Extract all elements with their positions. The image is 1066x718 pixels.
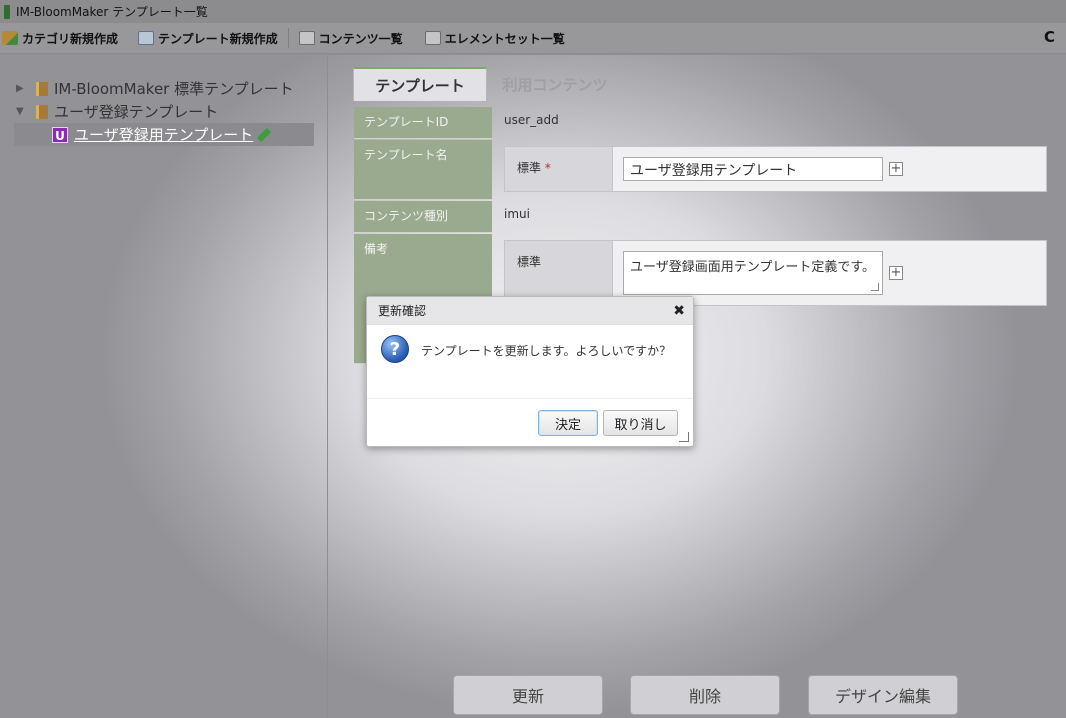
folder-icon bbox=[36, 104, 48, 119]
tab-used-contents[interactable]: 利用コンテンツ bbox=[488, 67, 622, 101]
row-template-id: テンプレートID user_add bbox=[354, 107, 559, 139]
refresh-icon[interactable]: C bbox=[1044, 30, 1058, 45]
list-icon bbox=[298, 31, 315, 45]
template-add-icon bbox=[138, 31, 155, 45]
content-type-label: コンテンツ種別 bbox=[354, 201, 492, 233]
toolbar: カテゴリ新規作成 テンプレート新規作成 コンテンツ一覧 エレメントセット一覧 C bbox=[0, 23, 1066, 54]
elementset-list-button[interactable]: エレメントセット一覧 bbox=[413, 23, 575, 54]
template-name-cell: ユーザ登録用テンプレート + bbox=[613, 147, 1046, 191]
standard-label: 標準 * bbox=[505, 147, 613, 191]
tree-item-user-registration[interactable]: ▼ ユーザ登録テンプレート bbox=[0, 100, 327, 123]
folder-icon bbox=[36, 81, 48, 96]
design-edit-button[interactable]: デザイン編集 bbox=[808, 675, 958, 715]
update-confirm-dialog: 更新確認 ✖ ? テンプレートを更新します。よろしいですか？ 決定 取り消し bbox=[366, 296, 694, 447]
dialog-title: 更新確認 bbox=[378, 304, 427, 318]
template-name-input[interactable]: ユーザ登録用テンプレート bbox=[623, 157, 883, 181]
update-button[interactable]: 更新 bbox=[453, 675, 603, 715]
new-category-button[interactable]: カテゴリ新規作成 bbox=[0, 23, 128, 54]
template-id-label: テンプレートID bbox=[354, 107, 492, 139]
expand-arrow-icon[interactable]: ▶ bbox=[16, 83, 30, 94]
ok-button[interactable]: 決定 bbox=[538, 410, 598, 436]
elementset-list-label: エレメントセット一覧 bbox=[444, 31, 565, 46]
category-add-icon bbox=[2, 31, 18, 45]
dialog-body: ? テンプレートを更新します。よろしいですか？ bbox=[367, 325, 693, 399]
new-category-label: カテゴリ新規作成 bbox=[22, 31, 119, 46]
resize-grip-icon[interactable] bbox=[871, 283, 879, 291]
toolbar-separator bbox=[287, 28, 289, 48]
remarks-textarea[interactable]: ユーザ登録画面用テンプレート定義です。 bbox=[623, 251, 883, 295]
window-title: IM-BloomMaker テンプレート一覧 bbox=[16, 5, 208, 19]
pencil-icon bbox=[257, 127, 272, 142]
template-name-subtable: 標準 * ユーザ登録用テンプレート + bbox=[504, 146, 1047, 192]
content-type-value: imui bbox=[504, 207, 530, 221]
dialog-resize-grip-icon[interactable] bbox=[679, 432, 689, 442]
tab-template[interactable]: テンプレート bbox=[353, 67, 487, 101]
tree-item-standard-templates[interactable]: ▶ IM-BloomMaker 標準テンプレート bbox=[0, 77, 327, 100]
dialog-footer: 決定 取り消し bbox=[367, 399, 693, 446]
contents-list-button[interactable]: コンテンツ一覧 bbox=[297, 23, 413, 54]
window-title-bar: IM-BloomMaker テンプレート一覧 bbox=[0, 0, 1066, 23]
template-name-label: テンプレート名 bbox=[354, 140, 492, 200]
template-id-value: user_add bbox=[504, 113, 559, 127]
close-icon[interactable]: ✖ bbox=[673, 303, 685, 319]
tree-item-label: IM-BloomMaker 標準テンプレート bbox=[54, 80, 294, 98]
remarks-text: ユーザ登録画面用テンプレート定義です。 bbox=[630, 260, 876, 275]
new-template-label: テンプレート新規作成 bbox=[158, 31, 278, 46]
list-icon bbox=[424, 31, 441, 45]
dialog-message: テンプレートを更新します。よろしいですか？ bbox=[421, 344, 672, 358]
tree-item-label: ユーザ登録テンプレート bbox=[54, 103, 219, 121]
add-locale-plus-icon[interactable]: + bbox=[889, 266, 903, 280]
add-locale-plus-icon[interactable]: + bbox=[889, 162, 903, 176]
new-template-button[interactable]: テンプレート新規作成 bbox=[128, 23, 288, 54]
row-content-type: コンテンツ種別 imui bbox=[354, 201, 530, 233]
dialog-title-bar[interactable]: 更新確認 ✖ bbox=[367, 297, 693, 325]
row-template-name: テンプレート名 標準 * ユーザ登録用テンプレート + bbox=[354, 140, 1054, 200]
app-icon bbox=[4, 4, 10, 19]
template-badge-icon: U bbox=[52, 126, 68, 143]
standard-label-text: 標準 bbox=[517, 161, 542, 175]
required-mark: * bbox=[544, 161, 551, 175]
delete-button[interactable]: 削除 bbox=[630, 675, 780, 715]
category-tree: ▶ IM-BloomMaker 標準テンプレート ▼ ユーザ登録テンプレート U… bbox=[0, 55, 328, 718]
cancel-button[interactable]: 取り消し bbox=[603, 410, 678, 436]
collapse-arrow-icon[interactable]: ▼ bbox=[16, 106, 30, 117]
tree-item-user-registration-template[interactable]: U ユーザ登録用テンプレート bbox=[14, 123, 314, 146]
contents-list-label: コンテンツ一覧 bbox=[318, 31, 403, 46]
question-icon: ? bbox=[381, 335, 409, 363]
tree-item-label: ユーザ登録用テンプレート bbox=[74, 126, 254, 144]
